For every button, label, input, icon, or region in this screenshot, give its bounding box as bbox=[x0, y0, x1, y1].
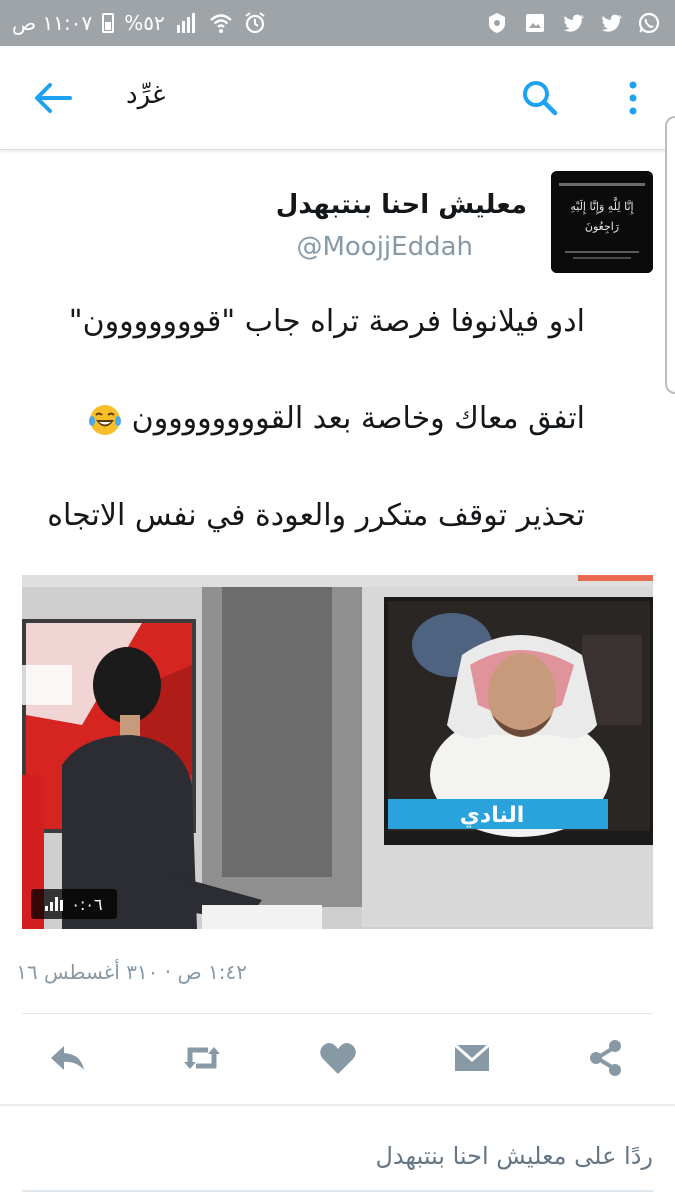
retweet-icon bbox=[184, 1047, 220, 1069]
display-name[interactable]: معليش احنا بنتبهدل bbox=[276, 190, 527, 220]
share-button[interactable] bbox=[582, 1034, 630, 1082]
clock: ١١:٠٧ ص bbox=[12, 11, 93, 35]
twitter-icon-2 bbox=[599, 11, 623, 35]
tweet-timestamp: ١:٤٢ ص · ٣١٠ أغسطس ١٦ bbox=[16, 960, 247, 984]
tweet-text-line-1: ادو فيلانوفا فرصة تراه جاب "قووووووون" bbox=[68, 304, 585, 339]
user-handle[interactable]: @MoojjEddah bbox=[296, 232, 473, 262]
video-thumbnail[interactable]: النادي bbox=[22, 575, 653, 929]
search-button[interactable] bbox=[520, 76, 560, 120]
whatsapp-icon bbox=[637, 11, 661, 35]
avatar-calligraphy: إِنَّا لِلَّهِ وَإِنَّا إِلَيْهِ رَاجِعُ… bbox=[570, 200, 634, 233]
direct-message-button[interactable] bbox=[448, 1034, 496, 1082]
arrow-left-icon bbox=[35, 83, 72, 113]
heart-icon bbox=[320, 1043, 356, 1074]
tweet-text-line-3: تحذير توقف متكرر والعودة في نفس الاتجاه bbox=[47, 498, 585, 533]
video-bars-icon bbox=[45, 897, 64, 911]
gallery-icon bbox=[523, 11, 547, 35]
video-duration: ٠:٠٦ bbox=[71, 894, 103, 914]
more-options-button[interactable] bbox=[618, 76, 648, 120]
twitter-icon bbox=[561, 11, 585, 35]
back-button[interactable] bbox=[30, 78, 74, 118]
tweet-text-line-2-text: اتفق معاك وخاصة بعد القوووووووون bbox=[131, 401, 585, 436]
search-icon bbox=[523, 81, 558, 116]
laughing-tears-emoji-icon bbox=[89, 404, 122, 435]
video-frame-image: النادي bbox=[22, 575, 653, 929]
battery-icon bbox=[102, 13, 115, 33]
reply-button[interactable] bbox=[44, 1034, 92, 1082]
battery-level: %٥٢ bbox=[124, 11, 165, 35]
section-divider bbox=[0, 1104, 675, 1106]
share-icon bbox=[590, 1040, 621, 1076]
like-button[interactable] bbox=[314, 1034, 362, 1082]
retweet-button[interactable] bbox=[178, 1034, 226, 1082]
avatar[interactable]: إِنَّا لِلَّهِ وَإِنَّا إِلَيْهِ رَاجِعُ… bbox=[551, 171, 653, 273]
status-bar-left: ١١:٠٧ ص %٥٢ bbox=[12, 11, 267, 35]
notification-icons bbox=[485, 11, 661, 35]
scroll-indicator[interactable] bbox=[665, 116, 675, 394]
app-badge-icon bbox=[485, 11, 509, 35]
reply-input[interactable]: ردًا على معليش احنا بنتبهدل bbox=[375, 1142, 653, 1170]
more-vertical-icon bbox=[629, 81, 637, 115]
video-duration-badge: ٠:٠٦ bbox=[31, 889, 117, 919]
alarm-icon bbox=[243, 11, 267, 35]
envelope-icon bbox=[454, 1043, 490, 1071]
signal-icon bbox=[175, 11, 199, 35]
page-title: غرِّد bbox=[126, 80, 166, 110]
reply-input-underline bbox=[22, 1190, 653, 1192]
app-bar: غرِّد bbox=[0, 46, 675, 150]
status-bar: ١١:٠٧ ص %٥٢ bbox=[0, 0, 675, 46]
divider bbox=[22, 1013, 653, 1014]
wifi-icon bbox=[209, 11, 233, 35]
tweet-text-line-2: اتفق معاك وخاصة بعد القوووووووون bbox=[84, 401, 585, 437]
channel-logo: النادي bbox=[460, 803, 525, 828]
tweet-actions bbox=[0, 1034, 675, 1088]
reply-icon bbox=[51, 1046, 84, 1070]
